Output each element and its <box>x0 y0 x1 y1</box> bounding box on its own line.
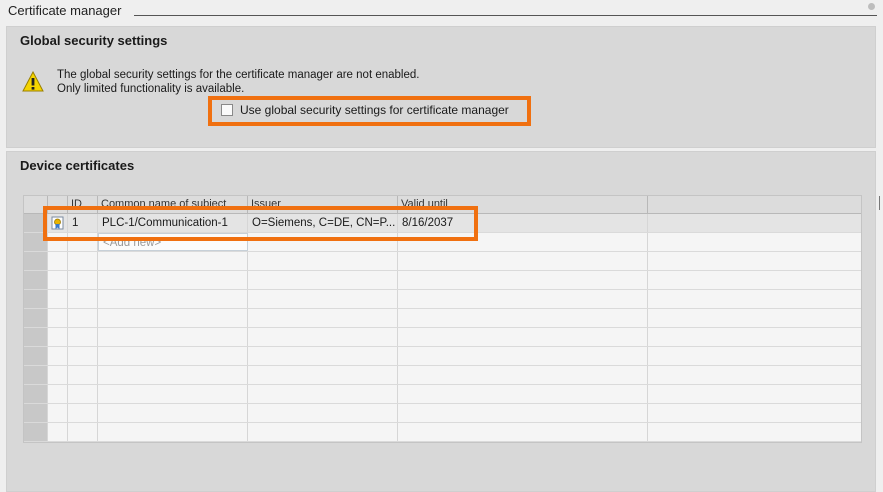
page-header: Certificate manager <box>0 0 883 22</box>
empty-cell <box>48 347 68 365</box>
empty-cell <box>398 347 648 365</box>
empty-cell <box>68 328 98 346</box>
warning-message: The global security settings for the cer… <box>57 68 419 96</box>
empty-cell <box>248 271 398 289</box>
row-selector <box>24 309 48 327</box>
empty-cell <box>398 252 648 270</box>
empty-cell <box>648 290 861 308</box>
empty-cell <box>398 271 648 289</box>
empty-cell <box>68 423 98 441</box>
empty-cell <box>98 252 248 270</box>
device-certificates-title: Device certificates <box>20 158 135 173</box>
cell-filler <box>648 214 861 232</box>
empty-cell <box>98 309 248 327</box>
empty-cell <box>68 385 98 403</box>
empty-cell <box>648 385 861 403</box>
empty-cell <box>648 271 861 289</box>
empty-cell <box>98 385 248 403</box>
row-selector <box>24 328 48 346</box>
empty-cell <box>98 423 248 441</box>
row-selector <box>24 252 48 270</box>
empty-row <box>24 423 861 442</box>
empty-cell <box>648 366 861 384</box>
empty-cell <box>398 309 648 327</box>
empty-row <box>24 385 861 404</box>
empty-cell <box>68 290 98 308</box>
empty-cell <box>248 347 398 365</box>
empty-cell <box>648 309 861 327</box>
empty-cell <box>248 423 398 441</box>
empty-cell <box>68 404 98 422</box>
expand-icon[interactable] <box>868 3 875 10</box>
empty-row <box>24 271 861 290</box>
empty-cell <box>248 309 398 327</box>
empty-cell <box>68 347 98 365</box>
empty-cell <box>68 366 98 384</box>
row-selector <box>24 404 48 422</box>
empty-cell <box>98 347 248 365</box>
empty-cell <box>248 290 398 308</box>
empty-row <box>24 328 861 347</box>
empty-row <box>24 366 861 385</box>
empty-cell <box>248 366 398 384</box>
title-divider <box>134 15 877 16</box>
empty-row <box>24 252 861 271</box>
row-selector <box>24 423 48 441</box>
empty-cell <box>648 423 861 441</box>
empty-cell <box>248 385 398 403</box>
empty-cell <box>48 385 68 403</box>
empty-cell <box>68 309 98 327</box>
empty-cell <box>398 290 648 308</box>
empty-cell <box>398 404 648 422</box>
empty-row <box>24 347 861 366</box>
empty-row <box>24 404 861 423</box>
empty-cell <box>48 328 68 346</box>
empty-cell <box>98 271 248 289</box>
empty-cell <box>48 366 68 384</box>
empty-cell <box>248 404 398 422</box>
page-title: Certificate manager <box>8 3 122 18</box>
empty-cell <box>48 290 68 308</box>
empty-cell <box>398 328 648 346</box>
warning-line-2: Only limited functionality is available. <box>57 83 245 95</box>
row-selector <box>24 271 48 289</box>
empty-cell <box>48 309 68 327</box>
row-selector <box>24 347 48 365</box>
row-selector <box>24 385 48 403</box>
empty-row <box>24 290 861 309</box>
checkbox-highlight <box>208 96 531 126</box>
empty-cell <box>648 252 861 270</box>
empty-cell <box>248 252 398 270</box>
empty-cell <box>398 366 648 384</box>
empty-cell <box>398 385 648 403</box>
row-selector <box>24 366 48 384</box>
global-security-title: Global security settings <box>20 33 168 48</box>
warning-line-1: The global security settings for the cer… <box>57 69 420 81</box>
empty-cell <box>48 423 68 441</box>
empty-cell <box>48 252 68 270</box>
empty-cell <box>648 404 861 422</box>
empty-cell <box>68 252 98 270</box>
empty-cell <box>48 404 68 422</box>
empty-cell <box>48 271 68 289</box>
empty-cell <box>98 328 248 346</box>
scrollbar-edge[interactable] <box>879 196 883 210</box>
empty-cell <box>248 328 398 346</box>
global-security-section: Global security settings The global secu… <box>6 26 876 148</box>
empty-cell <box>98 404 248 422</box>
empty-cell <box>398 423 648 441</box>
row-selector <box>24 290 48 308</box>
empty-cell <box>68 271 98 289</box>
empty-cell <box>98 366 248 384</box>
empty-cell <box>648 328 861 346</box>
empty-cell <box>98 290 248 308</box>
empty-row <box>24 309 861 328</box>
empty-cell <box>648 347 861 365</box>
row-highlight <box>43 206 478 241</box>
warning-icon <box>22 71 44 92</box>
